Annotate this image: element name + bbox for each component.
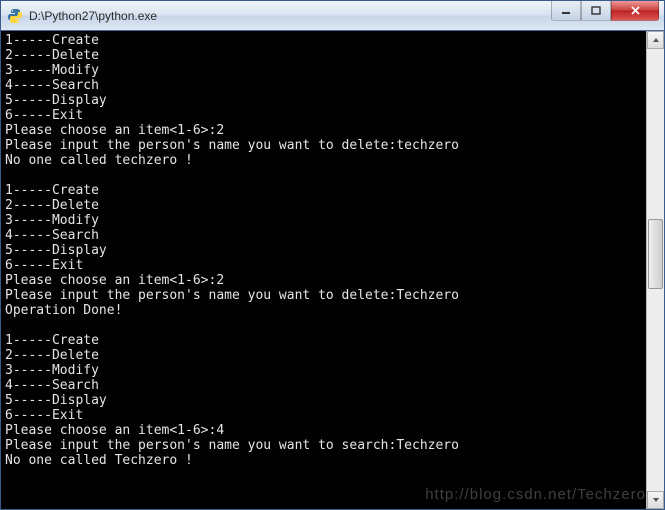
close-button[interactable]: [611, 1, 659, 21]
chevron-up-icon: [652, 37, 660, 43]
close-icon: [630, 5, 641, 16]
vertical-scrollbar[interactable]: [646, 31, 664, 509]
console-area: 1-----Create 2-----Delete 3-----Modify 4…: [1, 31, 664, 509]
titlebar[interactable]: D:\Python27\python.exe: [1, 1, 664, 31]
chevron-down-icon: [652, 497, 660, 503]
python-icon: [7, 8, 23, 24]
maximize-icon: [591, 6, 601, 16]
scroll-down-button[interactable]: [647, 491, 664, 509]
scroll-up-button[interactable]: [647, 31, 664, 49]
console-window: D:\Python27\python.exe 1-----Create 2---…: [0, 0, 665, 510]
window-controls: [551, 1, 664, 21]
console-output[interactable]: 1-----Create 2-----Delete 3-----Modify 4…: [1, 31, 646, 509]
scrollbar-track[interactable]: [647, 49, 664, 491]
minimize-button[interactable]: [551, 1, 581, 21]
minimize-icon: [561, 6, 571, 16]
window-title: D:\Python27\python.exe: [29, 9, 551, 23]
scrollbar-thumb[interactable]: [648, 219, 663, 289]
maximize-button[interactable]: [581, 1, 611, 21]
